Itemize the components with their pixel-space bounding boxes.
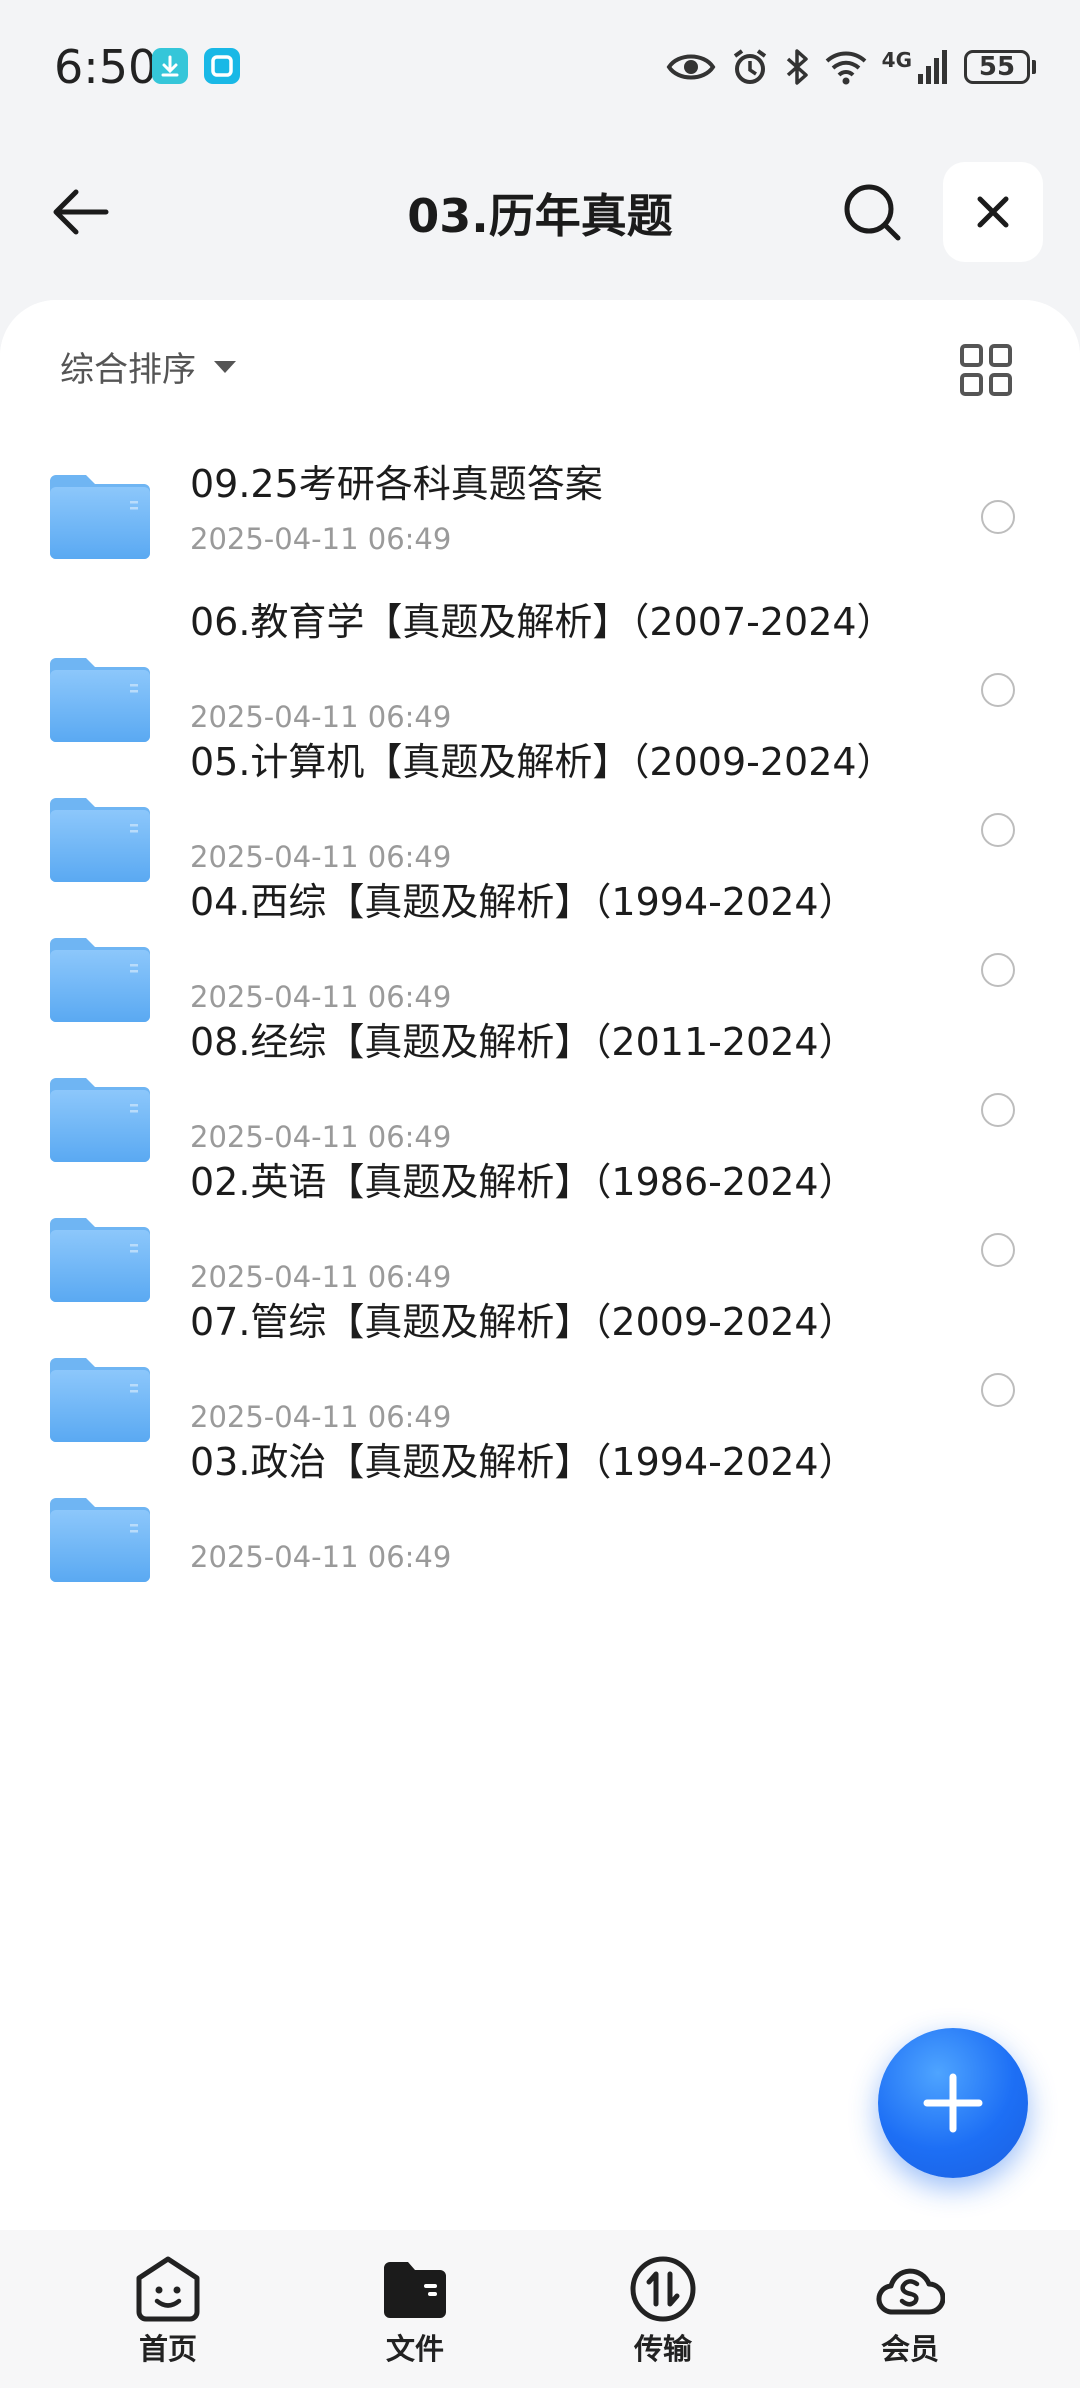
nav-home[interactable]: 首页 (88, 2254, 248, 2368)
nav-files[interactable]: 文件 (335, 2254, 495, 2368)
nav-vip-label: 会员 (880, 2332, 939, 2366)
status-bar: 6:50 4G 55 (0, 0, 1080, 135)
folder-date: 2025-04-11 06:49 (190, 1540, 452, 1574)
battery-indicator: 55 (964, 50, 1036, 84)
folder-row[interactable]: 03.政治【真题及解析】（1994-2024） 2025-04-11 06:49 (0, 1318, 1080, 1582)
caret-down-icon (214, 360, 236, 373)
nav-transfer[interactable]: 传输 (583, 2254, 743, 2368)
grid-icon (960, 344, 1012, 396)
page-title: 03.历年真题 (407, 189, 673, 243)
top-header: 03.历年真题 (0, 150, 1080, 270)
sort-label: 综合排序 (60, 350, 196, 390)
search-button[interactable] (830, 170, 914, 254)
close-icon (977, 196, 1009, 228)
battery-level: 55 (964, 50, 1030, 84)
add-button[interactable] (878, 2028, 1028, 2178)
plus-icon (923, 2073, 983, 2133)
home-face-icon (136, 2256, 200, 2322)
folder-icon (384, 2262, 446, 2318)
download-app-icon (152, 48, 188, 84)
search-icon (844, 184, 901, 241)
transfer-icon (630, 2256, 696, 2322)
alarm-icon (733, 49, 766, 84)
wifi-icon (825, 51, 867, 85)
close-button[interactable] (943, 162, 1043, 262)
nav-files-label: 文件 (385, 2332, 444, 2366)
file-list[interactable]: 4）2025-04-11 06:4909.25考研各科真题答案2025-04-1… (0, 300, 1080, 2230)
grid-view-button[interactable] (958, 342, 1014, 398)
folder-name: 03.政治【真题及解析】（1994-2024） (190, 1440, 857, 1484)
status-time: 6:50 (54, 40, 158, 94)
network-type-label: 4G (881, 48, 912, 72)
bluetooth-icon (786, 49, 808, 85)
vip-cloud-icon (876, 2268, 945, 2315)
bottom-navigation: 首页 文件 传输 会员 (0, 2230, 1080, 2388)
file-list-panel: 4）2025-04-11 06:4909.25考研各科真题答案2025-04-1… (0, 300, 1080, 2230)
sort-dropdown[interactable]: 综合排序 (60, 342, 236, 391)
nav-transfer-label: 传输 (633, 2332, 692, 2366)
nav-vip[interactable]: 会员 (830, 2254, 990, 2368)
sort-toolbar: 综合排序 (0, 300, 1080, 430)
status-icons: 4G 55 (666, 42, 1036, 92)
app-square-icon (204, 48, 240, 84)
folder-icon (50, 1496, 150, 1582)
eye-icon (666, 54, 716, 80)
signal-icon (918, 50, 947, 84)
nav-home-label: 首页 (138, 2332, 197, 2366)
